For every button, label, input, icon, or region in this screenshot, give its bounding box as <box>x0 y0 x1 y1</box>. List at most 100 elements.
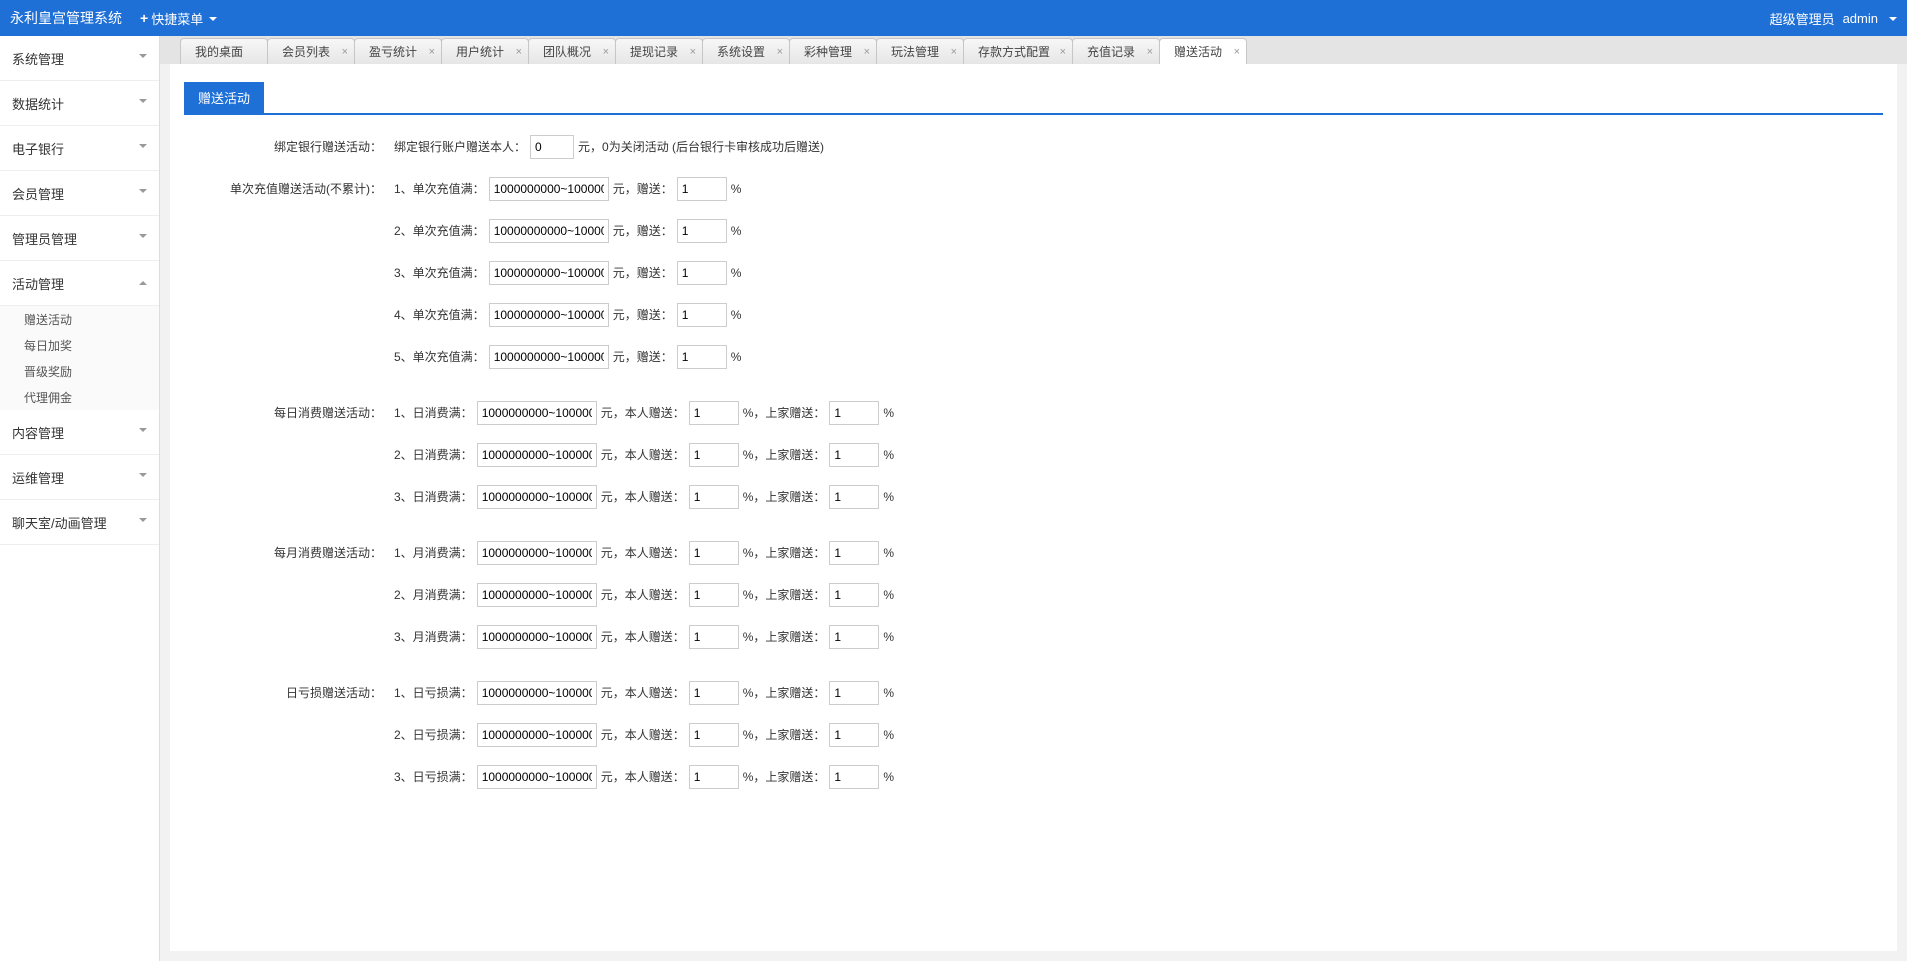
sidebar-item[interactable]: 聊天室/动画管理 <box>0 500 159 545</box>
sidebar-item[interactable]: 电子银行 <box>0 126 159 171</box>
range-input[interactable] <box>477 401 597 425</box>
percent-input[interactable] <box>677 177 727 201</box>
parent-percent-input[interactable] <box>829 443 879 467</box>
range-input[interactable] <box>489 177 609 201</box>
parent-percent-input[interactable] <box>829 765 879 789</box>
tab-label: 充值记录 <box>1087 43 1135 60</box>
unit-label: 元，本人赠送： <box>601 441 685 469</box>
tab[interactable]: 我的桌面 <box>180 38 268 64</box>
tail-label: % <box>883 399 894 427</box>
row-body: 1、日亏损满： 元，本人赠送：%，上家赠送：% <box>394 679 894 707</box>
tail-label: % <box>883 623 894 651</box>
range-input[interactable] <box>477 485 597 509</box>
sidebar-collapse-handle[interactable] <box>159 388 160 422</box>
sidebar-item-label: 内容管理 <box>12 423 64 442</box>
tab[interactable]: 团队概况× <box>528 38 616 64</box>
mid-label: %，上家赠送： <box>743 539 826 567</box>
tab[interactable]: 彩种管理× <box>789 38 877 64</box>
parent-percent-input[interactable] <box>829 583 879 607</box>
self-percent-input[interactable] <box>689 401 739 425</box>
tab[interactable]: 存款方式配置× <box>963 38 1073 64</box>
close-icon[interactable]: × <box>1060 46 1066 58</box>
tab[interactable]: 会员列表× <box>267 38 355 64</box>
bank-bind-value-input[interactable] <box>530 135 574 159</box>
quick-menu-button[interactable]: + 快捷菜单 <box>140 9 217 28</box>
tab[interactable]: 充值记录 × <box>1072 38 1160 64</box>
self-percent-input[interactable] <box>689 485 739 509</box>
range-input[interactable] <box>477 583 597 607</box>
range-input[interactable] <box>489 219 609 243</box>
percent-input[interactable] <box>677 219 727 243</box>
tab[interactable]: 用户统计 × <box>441 38 529 64</box>
close-icon[interactable]: × <box>342 46 348 58</box>
tab[interactable]: 玩法管理× <box>876 38 964 64</box>
range-input[interactable] <box>477 681 597 705</box>
sidebar-sub-item[interactable]: 赠送活动 <box>0 306 159 332</box>
range-input[interactable] <box>477 625 597 649</box>
percent-input[interactable] <box>677 261 727 285</box>
user-menu[interactable]: 超级管理员 admin <box>1770 9 1897 28</box>
percent-input[interactable] <box>677 345 727 369</box>
close-icon[interactable]: × <box>1147 46 1153 58</box>
range-input[interactable] <box>489 261 609 285</box>
caret-down-icon <box>206 11 217 26</box>
parent-percent-input[interactable] <box>829 625 879 649</box>
parent-percent-input[interactable] <box>829 681 879 705</box>
sidebar-item[interactable]: 内容管理 <box>0 410 159 455</box>
parent-percent-input[interactable] <box>829 541 879 565</box>
unit-label: 元，赠送： <box>613 343 673 371</box>
sidebar-sub-item[interactable]: 晋级奖励 <box>0 358 159 384</box>
row-body: 3、日消费满： 元，本人赠送：%，上家赠送：% <box>394 483 894 511</box>
tab[interactable]: 盈亏统计× <box>354 38 442 64</box>
sidebar-item[interactable]: 活动管理 <box>0 261 159 306</box>
close-icon[interactable]: × <box>777 46 783 58</box>
close-icon[interactable]: × <box>864 46 870 58</box>
tab-label: 用户统计 <box>456 43 504 60</box>
tab[interactable]: 赠送活动× <box>1159 38 1247 64</box>
range-input[interactable] <box>477 541 597 565</box>
unit-label: 元，赠送： <box>613 259 673 287</box>
percent-unit: % <box>731 259 742 287</box>
tab[interactable]: 提现记录× <box>615 38 703 64</box>
close-icon[interactable]: × <box>1234 46 1240 58</box>
self-percent-input[interactable] <box>689 541 739 565</box>
parent-percent-input[interactable] <box>829 401 879 425</box>
close-icon[interactable]: × <box>951 46 957 58</box>
row-index-label: 1、月消费满： <box>394 539 473 567</box>
close-icon[interactable]: × <box>429 46 435 58</box>
parent-percent-input[interactable] <box>829 723 879 747</box>
content-panel: 赠送活动 绑定银行赠送活动： 绑定银行账户赠送本人： 元，0为关闭活动 (后台银… <box>170 64 1897 951</box>
sidebar-item[interactable]: 系统管理 <box>0 36 159 81</box>
self-percent-input[interactable] <box>689 681 739 705</box>
close-icon[interactable]: × <box>516 46 522 58</box>
self-percent-input[interactable] <box>689 723 739 747</box>
self-percent-input[interactable] <box>689 765 739 789</box>
percent-input[interactable] <box>677 303 727 327</box>
tab[interactable]: 系统设置× <box>702 38 790 64</box>
self-percent-input[interactable] <box>689 625 739 649</box>
range-input[interactable] <box>477 443 597 467</box>
row-index-label: 1、日亏损满： <box>394 679 473 707</box>
sidebar-item[interactable]: 运维管理 <box>0 455 159 500</box>
sidebar-sub-item[interactable]: 代理佣金 <box>0 384 159 410</box>
row-body: 3、月消费满： 元，本人赠送：%，上家赠送：% <box>394 623 894 651</box>
bank-bind-label: 绑定银行赠送活动： <box>184 133 394 161</box>
sidebar-item[interactable]: 会员管理 <box>0 171 159 216</box>
mid-label: %，上家赠送： <box>743 483 826 511</box>
sidebar-item-label: 运维管理 <box>12 468 64 487</box>
tail-label: % <box>883 763 894 791</box>
range-input[interactable] <box>489 345 609 369</box>
range-input[interactable] <box>489 303 609 327</box>
range-input[interactable] <box>477 765 597 789</box>
sidebar-item[interactable]: 数据统计 <box>0 81 159 126</box>
range-input[interactable] <box>477 723 597 747</box>
row-body: 3、单次充值满： 元，赠送：% <box>394 259 741 287</box>
bank-bind-prefix: 绑定银行账户赠送本人： <box>394 133 526 161</box>
sidebar-item[interactable]: 管理员管理 <box>0 216 159 261</box>
close-icon[interactable]: × <box>603 46 609 58</box>
self-percent-input[interactable] <box>689 583 739 607</box>
sidebar-sub-item[interactable]: 每日加奖 <box>0 332 159 358</box>
self-percent-input[interactable] <box>689 443 739 467</box>
close-icon[interactable]: × <box>690 46 696 58</box>
parent-percent-input[interactable] <box>829 485 879 509</box>
